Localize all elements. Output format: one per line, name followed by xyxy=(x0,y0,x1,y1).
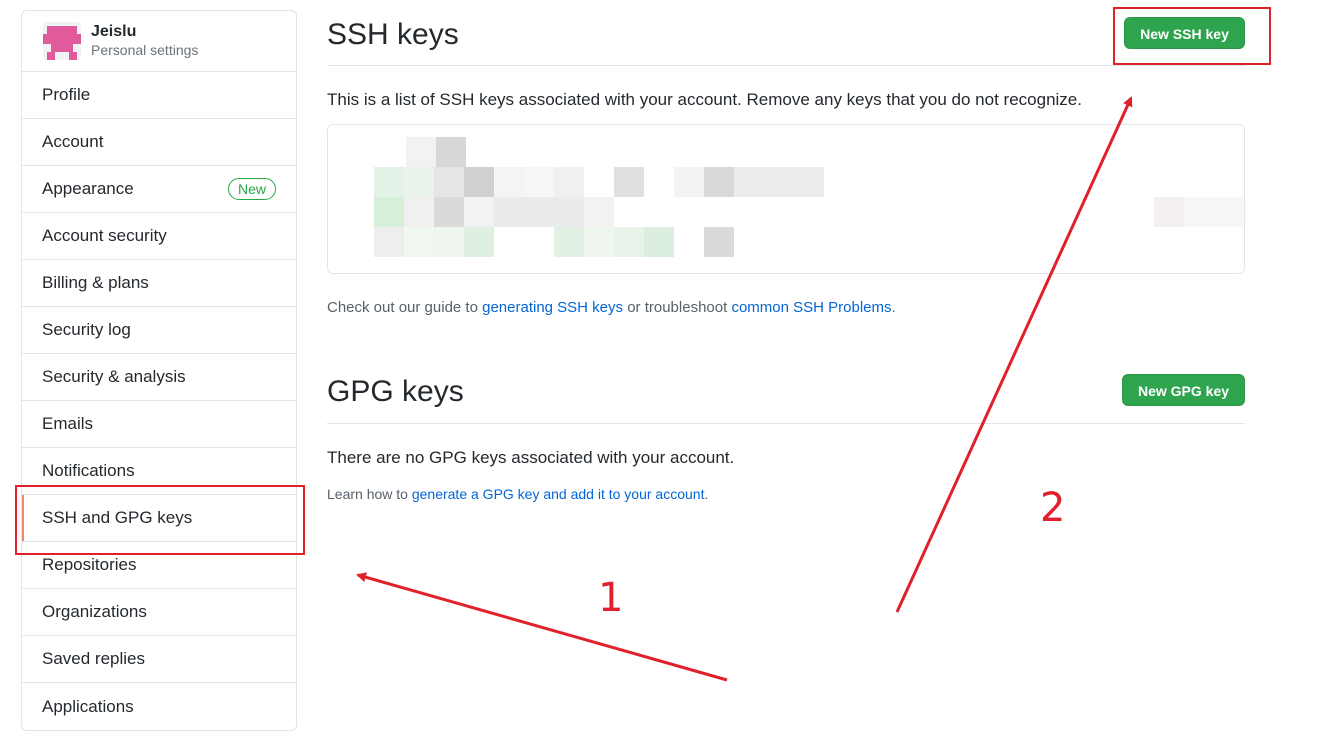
annotation-number-1: 1 xyxy=(598,575,624,621)
annotation-number-2: 2 xyxy=(1040,485,1066,531)
annotation-arrows xyxy=(356,96,1133,682)
annotation-arrow-2 xyxy=(895,96,1133,613)
settings-page: Jeislu Personal settings Profile Account… xyxy=(0,0,1329,745)
annotation-arrow-1 xyxy=(356,572,728,682)
